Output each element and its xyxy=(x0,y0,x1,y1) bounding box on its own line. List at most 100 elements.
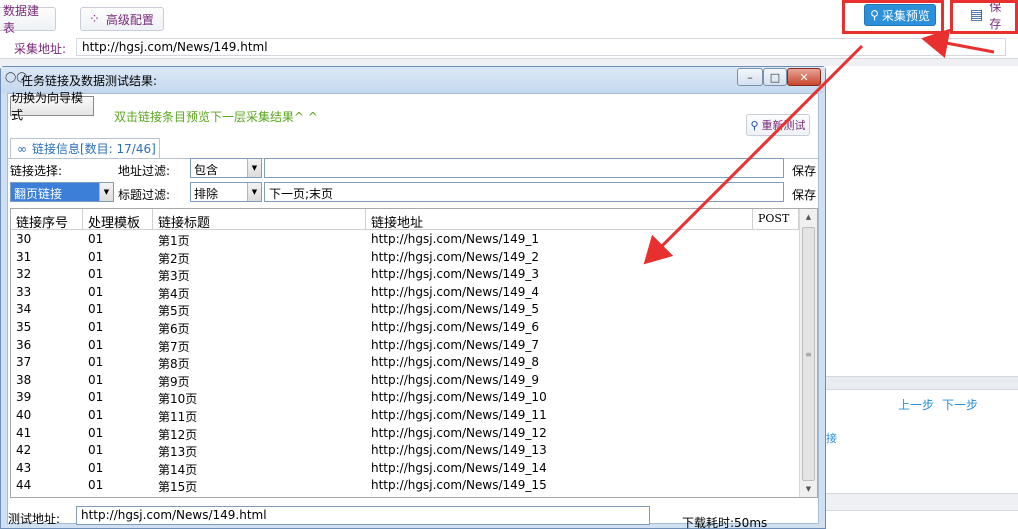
minimize-button[interactable]: – xyxy=(737,68,763,86)
row-template: 01 xyxy=(88,372,104,387)
col-header-title[interactable]: 链接标题 xyxy=(153,209,366,231)
row-url: http://hgsj.com/News/149_12 xyxy=(371,425,547,440)
table-row[interactable]: 37 01 第8页 http://hgsj.com/News/149_8 xyxy=(11,354,799,372)
row-url: http://hgsj.com/News/149_15 xyxy=(371,478,547,493)
download-time-text: 下载耗时:50ms xyxy=(682,516,768,529)
switch-guide-mode-label: 切换为向导模式 xyxy=(11,91,84,122)
test-url-input[interactable]: http://hgsj.com/News/149.html xyxy=(76,506,650,525)
maximize-icon: □ xyxy=(769,70,781,84)
link-icon: ∞ xyxy=(17,141,27,156)
build-table-label: 数据建表 xyxy=(3,4,40,35)
addr-filter-label: 地址过滤: xyxy=(118,164,171,178)
row-title: 第15页 xyxy=(158,480,198,495)
row-template: 01 xyxy=(88,232,104,246)
table-row[interactable]: 36 01 第7页 http://hgsj.com/News/149_7 xyxy=(11,337,799,355)
table-row[interactable]: 40 01 第11页 http://hgsj.com/News/149_11 xyxy=(11,407,799,425)
build-table-button[interactable]: 数据建表 xyxy=(0,4,56,35)
row-template: 01 xyxy=(88,267,104,282)
row-url: http://hgsj.com/News/149_8 xyxy=(371,355,540,370)
row-seq: 32 xyxy=(16,267,32,282)
addr-filter-mode-select[interactable]: 包含 ▼ xyxy=(190,158,262,178)
col-header-post[interactable]: POST xyxy=(753,209,799,230)
row-title: 第4页 xyxy=(158,286,190,301)
close-button[interactable]: ✕ xyxy=(787,68,821,86)
advanced-config-button[interactable]: ⁘ 高级配置 xyxy=(80,7,164,31)
next-step-link[interactable]: 下一步 xyxy=(942,396,978,413)
tab-link-info[interactable]: ∞ 链接信息[数目: 17/46] xyxy=(10,138,160,158)
scroll-down-icon[interactable]: ▼ xyxy=(800,481,817,497)
row-template: 01 xyxy=(88,337,104,352)
row-title: 第5页 xyxy=(158,304,190,319)
col-header-seq[interactable]: 链接序号 xyxy=(11,209,83,231)
row-title: 第7页 xyxy=(158,339,190,354)
scroll-up-icon[interactable]: ▲ xyxy=(800,209,817,225)
row-template: 01 xyxy=(88,284,104,299)
dialog-titlebar[interactable]: ◯◯ 任务链接及数据测试结果: – □ ✕ xyxy=(1,67,825,93)
scroll-thumb[interactable]: ≡ xyxy=(802,227,815,481)
chevron-down-icon: ▼ xyxy=(247,183,261,201)
row-seq: 35 xyxy=(16,320,32,334)
background-divider xyxy=(826,376,1018,390)
collect-url-input[interactable]: http://hgsj.com/News/149.html xyxy=(76,38,1006,56)
title-filter-mode-select[interactable]: 排除 ▼ xyxy=(190,182,262,202)
addr-filter-input[interactable] xyxy=(264,158,784,178)
grid-icon: ⁘ xyxy=(89,11,100,27)
table-row[interactable]: 32 01 第3页 http://hgsj.com/News/149_3 xyxy=(11,266,799,284)
table-row[interactable]: 39 01 第10页 http://hgsj.com/News/149_10 xyxy=(11,389,799,407)
row-seq: 30 xyxy=(16,232,32,246)
row-title: 第12页 xyxy=(158,427,198,442)
link-select-dropdown[interactable]: 翻页链接 ▼ xyxy=(10,182,114,202)
prev-step-link[interactable]: 上一步 xyxy=(898,396,934,413)
table-row[interactable]: 44 01 第15页 http://hgsj.com/News/149_15 xyxy=(11,477,799,495)
row-url: http://hgsj.com/News/149_6 xyxy=(371,320,540,334)
table-header: 链接序号 处理模板 链接标题 链接地址 POST xyxy=(11,209,799,231)
vertical-scrollbar[interactable]: ▲ ≡ ▼ xyxy=(799,209,817,497)
table-row[interactable]: 35 01 第6页 http://hgsj.com/News/149_6 xyxy=(11,319,799,337)
annotation-box-save xyxy=(950,0,1018,34)
table-row[interactable]: 38 01 第9页 http://hgsj.com/News/149_9 xyxy=(11,372,799,390)
addr-filter-save-button[interactable]: 保存 xyxy=(792,162,816,179)
minimize-icon: – xyxy=(747,70,753,84)
row-title: 第2页 xyxy=(158,251,190,266)
row-title: 第11页 xyxy=(158,410,198,424)
table-row[interactable]: 42 01 第13页 http://hgsj.com/News/149_13 xyxy=(11,442,799,460)
row-title: 第13页 xyxy=(158,445,198,460)
table-row[interactable]: 31 01 第2页 http://hgsj.com/News/149_2 xyxy=(11,249,799,267)
dialog-content: 切换为向导模式 双击链接条目预览下一层采集结果^ ^ ⚲ 重新测试 ∞ 链接信息… xyxy=(7,91,820,529)
col-header-url[interactable]: 链接地址 xyxy=(366,209,753,231)
title-filter-input[interactable]: 下一页;末页 xyxy=(264,182,784,202)
title-filter-save-button[interactable]: 保存 xyxy=(792,186,816,203)
switch-guide-mode-button[interactable]: 切换为向导模式 xyxy=(10,91,94,122)
row-seq: 31 xyxy=(16,249,32,264)
row-title: 第9页 xyxy=(158,374,190,389)
row-title: 第10页 xyxy=(158,392,198,407)
row-url: http://hgsj.com/News/149_7 xyxy=(371,337,540,352)
row-url: http://hgsj.com/News/149_4 xyxy=(371,284,540,299)
collect-url-row: 采集地址: http://hgsj.com/News/149.html xyxy=(0,38,1018,58)
hint-text: 双击链接条目预览下一层采集结果^ ^ xyxy=(114,110,318,124)
row-title: 第1页 xyxy=(158,234,190,248)
row-template: 01 xyxy=(88,390,104,405)
table-row[interactable]: 41 01 第12页 http://hgsj.com/News/149_12 xyxy=(11,425,799,443)
background-link-fragment: 接 xyxy=(826,432,837,445)
row-template: 01 xyxy=(88,478,104,493)
background-toolbar-strip xyxy=(0,58,1018,66)
row-template: 01 xyxy=(88,320,104,334)
maximize-button[interactable]: □ xyxy=(763,68,787,86)
background-status-strip xyxy=(826,493,1018,511)
chevron-down-icon: ▼ xyxy=(247,159,261,177)
row-url: http://hgsj.com/News/149_2 xyxy=(371,249,540,264)
dialog-title: 任务链接及数据测试结果: xyxy=(21,74,158,88)
table-row[interactable]: 33 01 第4页 http://hgsj.com/News/149_4 xyxy=(11,284,799,302)
row-url: http://hgsj.com/News/149_3 xyxy=(371,267,540,282)
table-row[interactable]: 43 01 第14页 http://hgsj.com/News/149_14 xyxy=(11,460,799,478)
row-template: 01 xyxy=(88,408,104,422)
row-seq: 37 xyxy=(16,355,32,370)
retest-button[interactable]: ⚲ 重新测试 xyxy=(746,114,810,136)
links-table: 链接序号 处理模板 链接标题 链接地址 POST 30 01 第1页 http://h… xyxy=(10,208,818,498)
search-icon: ⚲ xyxy=(750,118,759,132)
row-seq: 42 xyxy=(16,443,32,458)
table-row[interactable]: 34 01 第5页 http://hgsj.com/News/149_5 xyxy=(11,301,799,319)
table-row[interactable]: 30 01 第1页 http://hgsj.com/News/149_1 xyxy=(11,231,799,249)
col-header-template[interactable]: 处理模板 xyxy=(83,209,153,231)
